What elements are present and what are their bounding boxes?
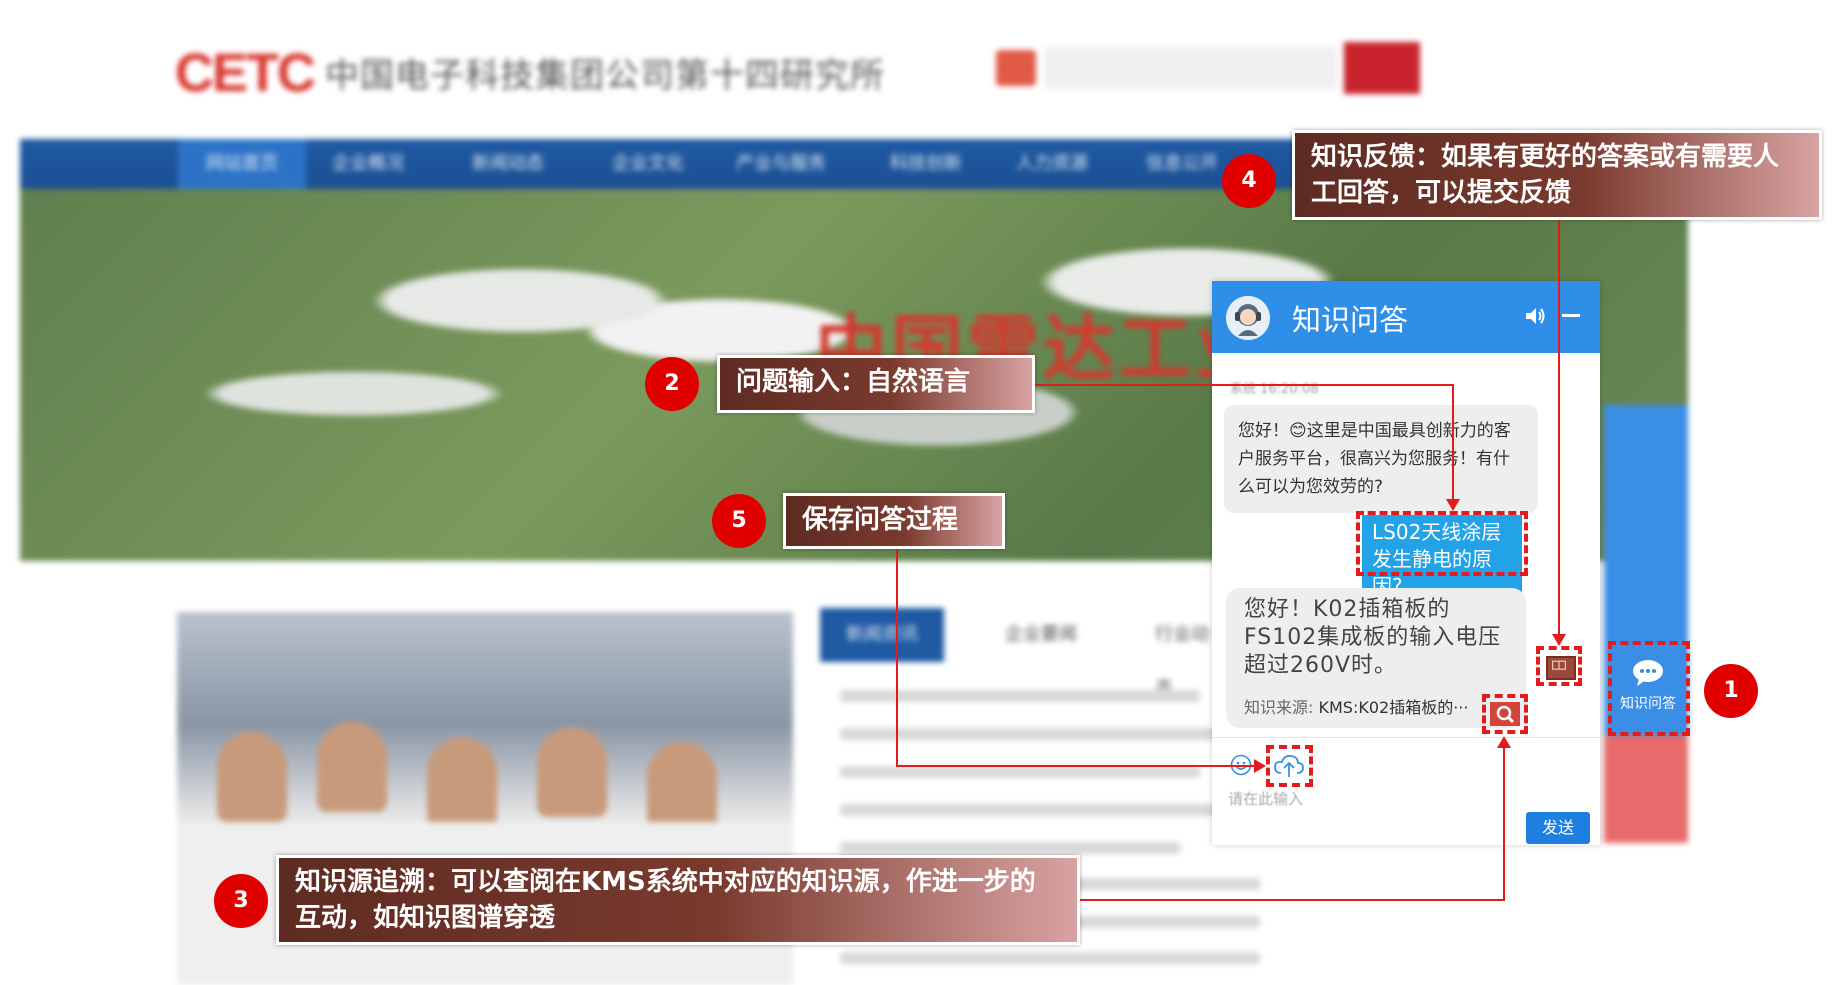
chat-divider [1212,737,1600,738]
chat-title: 知识问答 [1292,303,1409,337]
callout-question-input: 问题输入：自然语言 [717,355,1035,413]
system-greeting-bubble: 您好！😊这里是中国最具创新力的客户服务平台，很高兴为您服务！有什么可以为您效劳的… [1224,405,1538,513]
source-link[interactable]: KMS:K02插箱板的··· [1319,698,1469,717]
site-logo: CETC [175,43,316,103]
callout-knowledge-source: 知识源追溯：可以查阅在KMS系统中对应的知识源，作进一步的互动，如知识图谱穿透 [276,855,1080,945]
connector-line [896,765,1256,767]
minimize-icon[interactable] [1562,314,1580,317]
nav-item[interactable]: 产业与服务 [736,139,826,189]
connector-line [1080,899,1504,901]
site-search-type-icon[interactable] [996,50,1036,86]
floating-sidebar-contact[interactable] [1604,735,1688,843]
annotation-number: 5 [712,494,766,548]
annotation-number: 2 [645,357,699,411]
nav-item-home[interactable]: 网站首页 [178,139,306,189]
answer-text: 您好！K02插箱板的FS102集成板的输入电压超过260V时。 [1244,597,1502,678]
highlight-feedback-icon [1536,646,1582,686]
news-item[interactable] [840,842,1180,854]
annotation-number: 3 [214,874,268,928]
site-name: 中国电子科技集团公司第十四研究所 [325,56,885,96]
connector-line [1558,218,1560,636]
arrow-head [1552,634,1566,646]
send-button[interactable]: 发送 [1526,812,1590,844]
agent-avatar [1226,296,1270,340]
connector-line [1032,384,1454,386]
nav-item[interactable]: 新闻动态 [472,139,544,189]
news-tab[interactable]: 新闻资讯 [820,608,944,662]
highlight-qa-entry [1608,641,1690,736]
message-meta: 系统 16:20:08 [1230,382,1319,397]
news-tab[interactable]: 企业要闻 [1005,608,1077,662]
connector-line [1503,746,1505,901]
speaker-icon[interactable] [1524,305,1546,327]
annotation-number: 4 [1222,154,1276,208]
nav-item[interactable]: 企业文化 [612,139,684,189]
chat-input[interactable]: 请在此输入 [1228,788,1303,809]
nav-item[interactable]: 人力资源 [1016,139,1088,189]
annotation-number: 1 [1704,664,1758,718]
answer-bubble: 您好！K02插箱板的FS102集成板的输入电压超过260V时。 知识来源: KM… [1226,588,1526,728]
nav-item[interactable]: 科技创新 [890,139,962,189]
site-search-button[interactable] [1344,42,1420,94]
news-item[interactable] [840,952,1260,964]
knowledge-source-row: 知识来源: KMS:K02插箱板的··· [1244,696,1508,720]
news-tab[interactable]: 行业动态 [1155,608,1220,699]
nav-item[interactable]: 信息公开 [1146,139,1218,189]
arrow-head [1497,736,1511,748]
highlight-source-icon [1482,694,1528,734]
news-item[interactable] [840,804,1220,816]
connector-line [896,548,898,766]
callout-knowledge-feedback: 知识反馈：如果有更好的答案或有需要人工回答，可以提交反馈 [1292,130,1822,220]
arrow-head [1254,759,1266,773]
nav-item[interactable]: 企业概况 [332,139,404,189]
site-search-input[interactable] [1046,48,1336,88]
chat-header: 知识问答 [1212,281,1600,353]
highlight-user-question [1356,511,1528,576]
connector-line [1452,384,1454,501]
callout-save-process: 保存问答过程 [783,493,1005,549]
source-label: 知识来源: [1244,698,1314,717]
news-item[interactable] [840,766,1200,778]
news-item[interactable] [840,690,1200,702]
news-tabs: 新闻资讯 企业要闻 行业动态 [820,608,1220,699]
arrow-head [1446,499,1460,511]
highlight-upload-icon [1266,745,1313,787]
